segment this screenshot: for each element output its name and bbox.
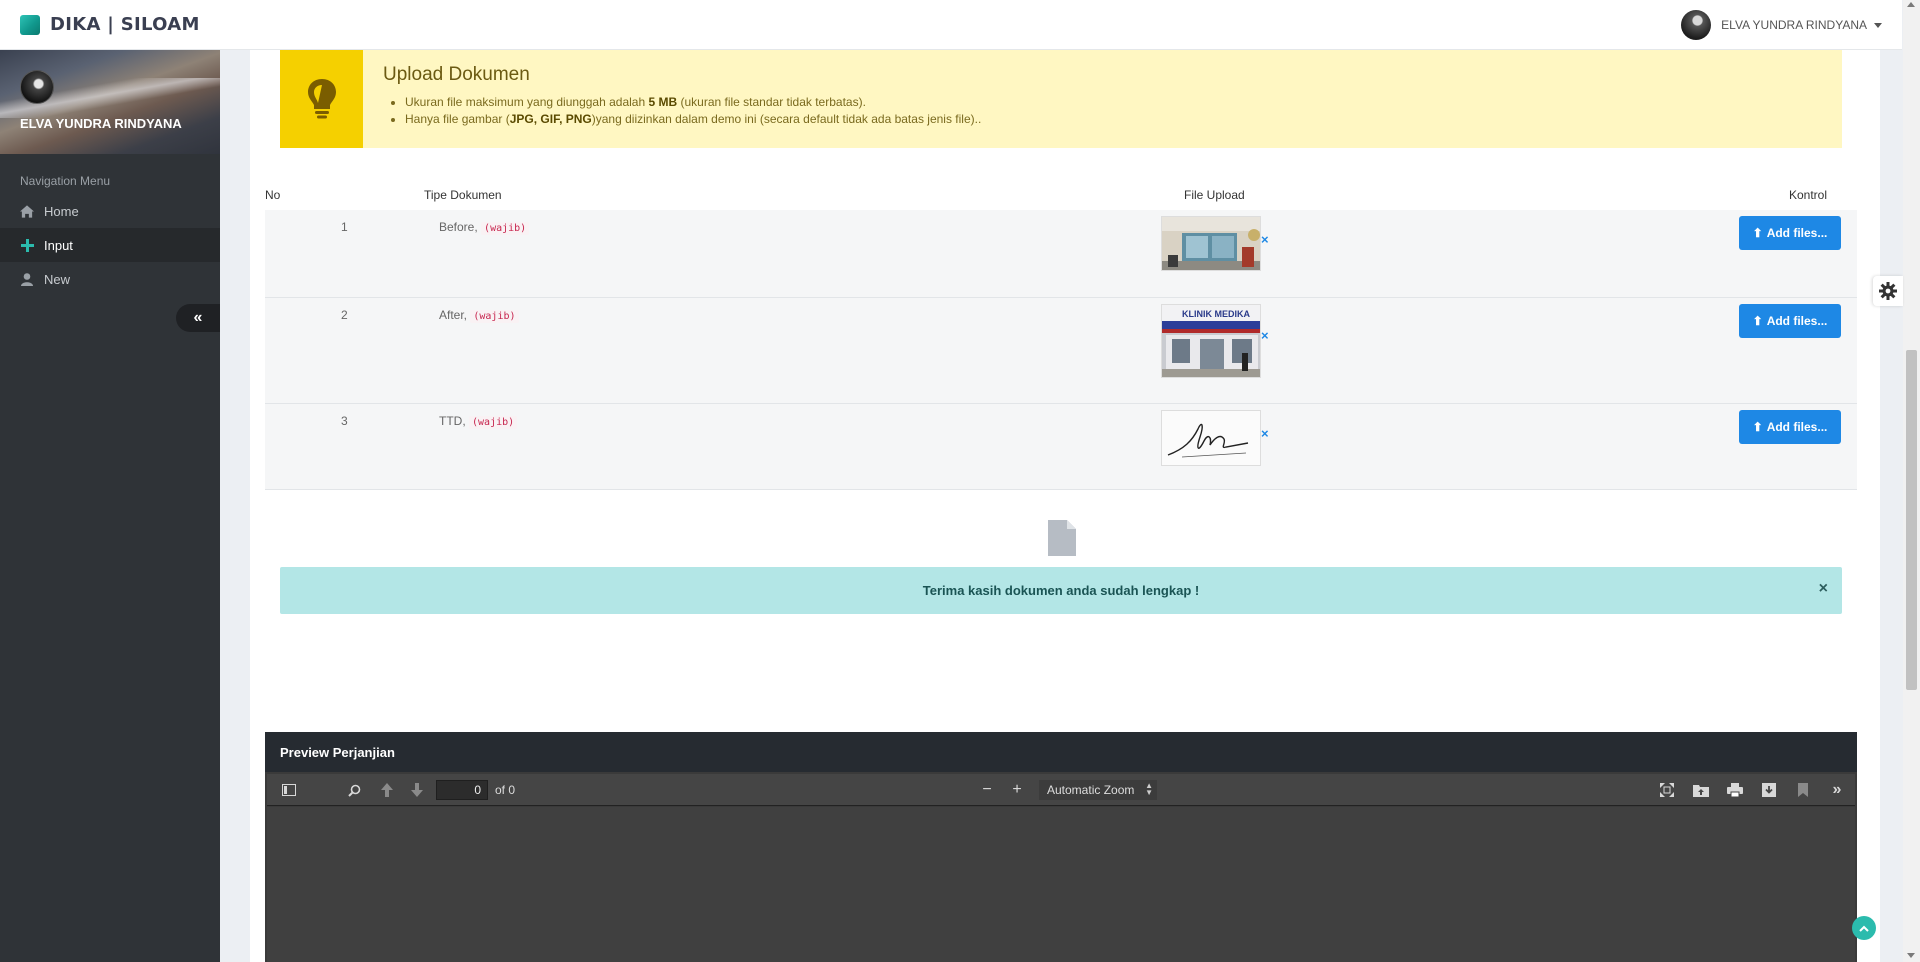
- table-header: No Tipe Dokumen File Upload Kontrol: [265, 184, 1857, 210]
- double-chevron-left-icon: «: [193, 309, 203, 326]
- remove-file-button[interactable]: ×: [1261, 232, 1269, 247]
- sidebar-item-input[interactable]: Input: [0, 228, 220, 262]
- back-to-top-button[interactable]: [1852, 916, 1876, 940]
- callout-icon-box: [280, 50, 363, 148]
- column-header-type: Tipe Dokumen: [424, 188, 502, 202]
- document-type: Before, (wajib): [439, 220, 530, 235]
- column-header-file: File Upload: [1184, 188, 1245, 202]
- row-number: 1: [341, 220, 348, 234]
- file-icon: [1048, 520, 1076, 556]
- list-item: Hanya file gambar (JPG, GIF, PNG)yang di…: [405, 111, 981, 128]
- open-file-icon[interactable]: [1691, 780, 1711, 800]
- success-alert: Terima kasih dokumen anda sudah lengkap …: [280, 567, 1842, 614]
- add-files-button[interactable]: ⬆ Add files...: [1739, 410, 1841, 444]
- profile-avatar: [20, 70, 54, 104]
- table-row: 3 TTD, (wajib) × ⬆ Add files...: [265, 404, 1857, 490]
- signature-image[interactable]: [1161, 410, 1261, 466]
- table-row: 2 After, (wajib) KLINIK MEDIKA × ⬆ Add fi…: [265, 298, 1857, 404]
- user-name: ELVA YUNDRA RINDYANA: [1721, 18, 1867, 32]
- sidebar-profile: ELVA YUNDRA RINDYANA: [0, 50, 220, 154]
- zoom-in-icon[interactable]: +: [1007, 780, 1027, 800]
- chevron-up-icon: [1859, 925, 1869, 932]
- required-tag: (wajib): [469, 416, 518, 429]
- user-menu[interactable]: ELVA YUNDRA RINDYANA: [1681, 10, 1882, 40]
- required-tag: (wajib): [481, 222, 530, 235]
- more-tools-icon[interactable]: »: [1827, 780, 1847, 800]
- sidebar-item-label: New: [44, 271, 71, 287]
- row-number: 3: [341, 414, 348, 428]
- scrollbar-thumb[interactable]: [1906, 350, 1917, 690]
- column-header-control: Kontrol: [1789, 188, 1828, 202]
- sidebar-collapse-button[interactable]: «: [176, 304, 220, 332]
- page-count: of 0: [495, 783, 516, 797]
- sidebar-toggle-icon[interactable]: [279, 780, 299, 800]
- plus-icon: [20, 238, 34, 252]
- select-arrows-icon: ▲ ▼: [1145, 781, 1153, 797]
- gear-icon: [1879, 282, 1897, 300]
- top-navbar: DIKA | SILOAM ELVA YUNDRA RINDYANA: [0, 0, 1902, 50]
- avatar: [1681, 10, 1712, 40]
- main-content: Upload Dokumen Ukuran file maksimum yang…: [250, 50, 1880, 962]
- sign-text: KLINIK MEDIKA: [1182, 309, 1250, 319]
- add-files-button[interactable]: ⬆ Add files...: [1739, 304, 1841, 338]
- zoom-out-icon[interactable]: −: [977, 780, 997, 800]
- zoom-value: Automatic Zoom: [1047, 783, 1135, 797]
- remove-file-button[interactable]: ×: [1261, 426, 1269, 441]
- scroll-up-icon[interactable]: [1907, 2, 1915, 7]
- page-scrollbar[interactable]: [1903, 0, 1920, 962]
- user-icon: [20, 272, 34, 286]
- profile-name: ELVA YUNDRA RINDYANA: [20, 116, 182, 131]
- klinik-medika-photo[interactable]: KLINIK MEDIKA: [1161, 304, 1261, 378]
- home-icon: [20, 204, 34, 218]
- page-number-input[interactable]: [436, 780, 488, 800]
- sidebar-item-home[interactable]: Home: [0, 194, 220, 228]
- preview-title: Preview Perjanjian: [265, 732, 1857, 772]
- close-icon[interactable]: ×: [1819, 580, 1828, 598]
- add-files-button[interactable]: ⬆ Add files...: [1739, 216, 1841, 250]
- nav-heading: Navigation Menu: [20, 174, 111, 188]
- remove-file-button[interactable]: ×: [1261, 328, 1269, 343]
- document-type: TTD, (wajib): [439, 414, 518, 429]
- clinic-front-photo[interactable]: [1161, 216, 1261, 271]
- fullscreen-icon[interactable]: [1657, 780, 1677, 800]
- bookmark-icon[interactable]: [1793, 780, 1813, 800]
- row-number: 2: [341, 308, 348, 322]
- upload-icon: ⬆: [1752, 314, 1763, 328]
- sidebar-item-label: Input: [44, 237, 73, 253]
- search-icon[interactable]: [344, 780, 364, 800]
- alert-message: Terima kasih dokumen anda sudah lengkap …: [922, 583, 1200, 598]
- previous-page-icon[interactable]: [377, 780, 397, 800]
- column-header-no: No: [265, 188, 281, 202]
- upload-icon: ⬆: [1752, 420, 1763, 434]
- sidebar: ELVA YUNDRA RINDYANA Navigation Menu Hom…: [0, 50, 220, 962]
- list-item: Ukuran file maksimum yang diunggah adala…: [405, 94, 981, 111]
- required-tag: (wajib): [470, 310, 519, 323]
- app-brand[interactable]: DIKA | SILOAM: [50, 14, 200, 35]
- preview-panel: Preview Perjanjian of 0 − + Automatic Zo…: [265, 732, 1857, 962]
- download-icon[interactable]: [1759, 780, 1779, 800]
- pdf-viewer-area[interactable]: [267, 807, 1855, 962]
- next-page-icon[interactable]: [407, 780, 427, 800]
- sidebar-item-new[interactable]: New: [0, 262, 220, 296]
- document-type: After, (wajib): [439, 308, 519, 323]
- sidebar-item-label: Home: [44, 203, 79, 219]
- scroll-down-icon[interactable]: [1907, 953, 1915, 958]
- callout-list: Ukuran file maksimum yang diunggah adala…: [405, 94, 981, 128]
- caret-down-icon: [1874, 22, 1882, 28]
- settings-tab[interactable]: [1873, 276, 1903, 306]
- zoom-select[interactable]: Automatic Zoom ▲ ▼: [1039, 780, 1157, 800]
- callout-title: Upload Dokumen: [383, 64, 530, 85]
- upload-icon: ⬆: [1752, 226, 1763, 240]
- table-row: 1 Before, (wajib) × ⬆ Add files...: [265, 210, 1857, 298]
- logo-icon: [20, 14, 40, 35]
- pdf-toolbar: of 0 − + Automatic Zoom ▲▼ »: [267, 774, 1855, 806]
- lightbulb-icon: [307, 79, 336, 119]
- print-icon[interactable]: [1725, 780, 1745, 800]
- upload-info-callout: Upload Dokumen Ukuran file maksimum yang…: [280, 50, 1842, 148]
